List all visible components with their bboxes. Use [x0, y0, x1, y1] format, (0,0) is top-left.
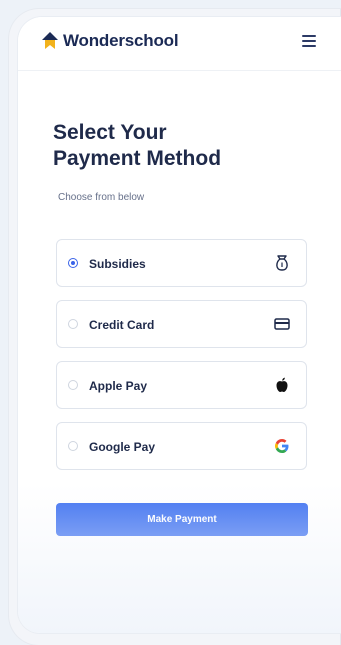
payment-option-credit-card[interactable]: Credit Card	[56, 300, 307, 348]
payment-option-subsidies[interactable]: Subsidies	[56, 239, 307, 287]
money-bag-icon	[276, 255, 288, 271]
apple-icon	[276, 377, 288, 392]
hamburger-menu-icon[interactable]	[302, 35, 316, 47]
make-payment-button[interactable]: Make Payment	[56, 503, 308, 536]
brand-name: Wonderschool	[63, 31, 179, 50]
page-title-line-2: Payment Method	[53, 147, 222, 170]
phone-screen: Wonderschool Select Your Payment Method …	[18, 17, 341, 633]
page-title: Select Your Payment Method	[53, 120, 293, 172]
payment-option-label: Apple Pay	[89, 379, 148, 393]
radio-subsidies[interactable]	[68, 258, 78, 268]
radio-apple-pay[interactable]	[68, 380, 78, 390]
top-navigation-bar: Wonderschool	[18, 17, 341, 71]
payment-option-label: Subsidies	[89, 257, 146, 271]
brand-logo[interactable]: Wonderschool	[41, 30, 179, 52]
page-subtitle: Choose from below	[58, 192, 145, 203]
credit-card-icon	[274, 318, 290, 330]
payment-option-label: Google Pay	[89, 440, 156, 454]
page-title-line-1: Select Your	[53, 121, 167, 144]
payment-option-apple-pay[interactable]: Apple Pay	[56, 361, 307, 409]
wonderschool-house-icon	[42, 32, 58, 49]
payment-option-google-pay[interactable]: Google Pay	[56, 422, 307, 470]
payment-option-label: Credit Card	[89, 318, 155, 332]
google-icon	[275, 439, 289, 453]
radio-credit-card[interactable]	[68, 319, 78, 329]
radio-google-pay[interactable]	[68, 441, 78, 451]
